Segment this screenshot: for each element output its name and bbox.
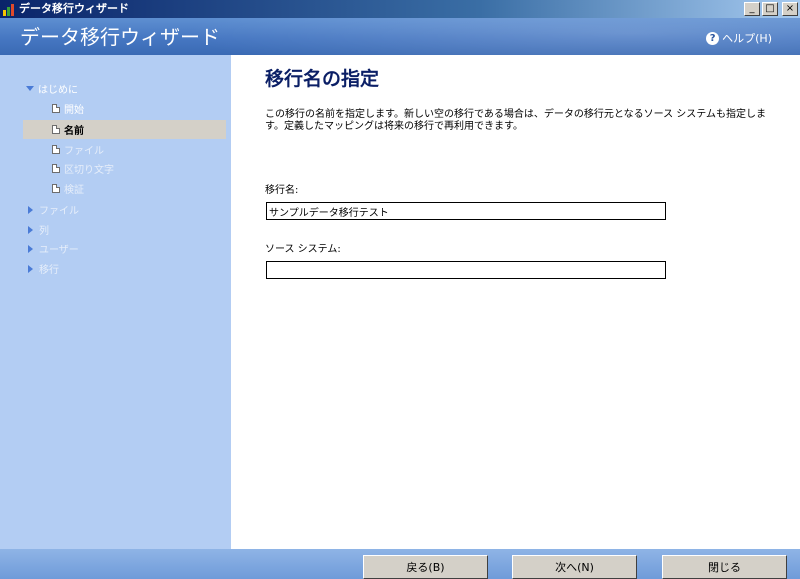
- help-icon: ?: [706, 31, 720, 45]
- sidebar-group-files: ファイル: [28, 200, 226, 219]
- sidebar-group-getting-started[interactable]: はじめに: [26, 79, 226, 98]
- minimize-icon: _: [749, 3, 755, 14]
- wizard-header: データ移行ウィザード ? ヘルプ(H): [0, 18, 800, 55]
- close-icon: ×: [785, 3, 795, 14]
- page-description: この移行の名前を指定します。新しい空の移行である場合は、データの移行元となるソー…: [265, 109, 766, 132]
- next-button[interactable]: 次へ(N): [512, 555, 637, 579]
- source-system-label: ソース システム:: [265, 244, 341, 255]
- collapsed-arrow-icon: [28, 205, 33, 214]
- maximize-button[interactable]: □: [762, 2, 778, 16]
- back-button[interactable]: 戻る(B): [363, 555, 488, 579]
- migration-name-input[interactable]: [266, 202, 666, 220]
- page-icon: [52, 164, 60, 173]
- migration-name-label: 移行名:: [265, 185, 299, 196]
- sidebar-item-validate: 検証: [52, 179, 226, 198]
- maximize-icon: □: [765, 3, 775, 14]
- source-system-input[interactable]: [266, 261, 666, 279]
- sidebar-item-name[interactable]: 名前: [23, 120, 226, 139]
- sidebar-group-migration: 移行: [28, 259, 226, 278]
- close-button[interactable]: 閉じる: [662, 555, 787, 579]
- wizard-steps-sidebar: はじめに 開始 名前 ファイル 区切り文字 検証 ファイル 列 ユーザー 移行: [0, 55, 231, 549]
- wizard-title: データ移行ウィザード: [20, 25, 220, 49]
- minimize-button[interactable]: _: [744, 2, 760, 16]
- sidebar-item-file: ファイル: [52, 140, 226, 159]
- close-window-button[interactable]: ×: [782, 2, 798, 16]
- sidebar-group-users: ユーザー: [28, 239, 226, 258]
- window-controls: _ □ ×: [744, 2, 798, 16]
- page-icon: [52, 104, 60, 113]
- collapsed-arrow-icon: [28, 264, 33, 273]
- app-logo-icon: [2, 2, 16, 16]
- page-icon: [52, 145, 60, 154]
- sidebar-item-delimiter: 区切り文字: [52, 159, 226, 178]
- page-icon: [52, 125, 60, 134]
- collapsed-arrow-icon: [28, 244, 33, 253]
- page-icon: [52, 184, 60, 193]
- collapsed-arrow-icon: [28, 225, 33, 234]
- sidebar-item-start[interactable]: 開始: [52, 99, 226, 118]
- expanded-arrow-icon: [26, 86, 34, 91]
- help-label: ヘルプ(H): [722, 32, 772, 45]
- window-title: データ移行ウィザード: [19, 2, 129, 15]
- wizard-page: 移行名の指定 この移行の名前を指定します。新しい空の移行である場合は、データの移…: [231, 55, 800, 549]
- window-titlebar[interactable]: データ移行ウィザード _ □ ×: [0, 0, 800, 18]
- sidebar-group-columns: 列: [28, 220, 226, 239]
- page-title: 移行名の指定: [265, 68, 380, 90]
- help-link[interactable]: ? ヘルプ(H): [706, 30, 772, 46]
- wizard-footer: 戻る(B) 次へ(N) 閉じる: [0, 549, 800, 579]
